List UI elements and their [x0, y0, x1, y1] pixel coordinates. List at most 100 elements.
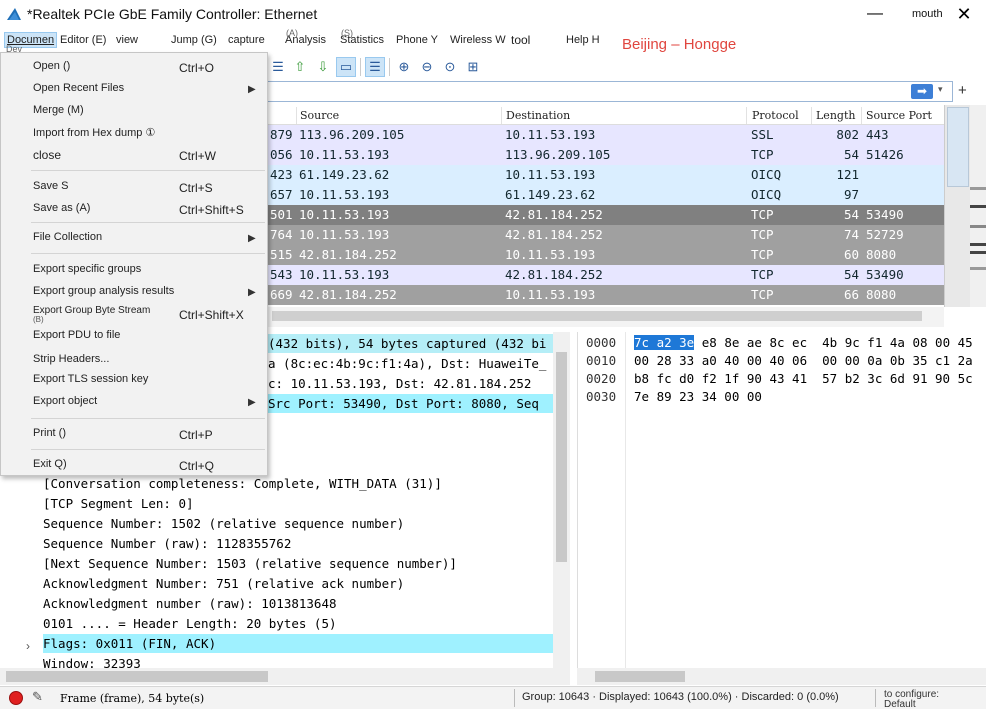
- menu-capture[interactable]: capture: [228, 34, 265, 46]
- packet-cell-destination: 61.149.23.62: [505, 187, 596, 202]
- detail-tree-item[interactable]: Acknowledgment number (raw): 1013813648: [43, 594, 337, 613]
- menu-export-specified[interactable]: Export specific groups: [33, 263, 141, 275]
- menu-quit[interactable]: Exit Q): [33, 458, 67, 470]
- detail-tree-item[interactable]: (432 bits), 54 bytes captured (432 bi: [268, 334, 553, 353]
- detail-tree-item[interactable]: a (8c:ec:4b:9c:f1:4a), Dst: HuaweiTe_: [268, 354, 553, 373]
- hex-bytes-rest: 7e 89 23 34 00 00: [634, 389, 762, 404]
- add-filter-button[interactable]: +: [958, 82, 967, 99]
- detail-tree-item[interactable]: Acknowledgment Number: 751 (relative ack…: [43, 574, 404, 593]
- detail-tree-item[interactable]: 0101 .... = Header Length: 20 bytes (5): [43, 614, 337, 633]
- autoscroll-icon[interactable]: ▭: [336, 57, 356, 77]
- menu-edit[interactable]: Editor (E): [60, 34, 106, 46]
- submenu-arrow-icon: ▶: [248, 287, 256, 298]
- packet-cell-destination: 10.11.53.193: [505, 287, 596, 302]
- resize-columns-icon[interactable]: ⊞: [463, 57, 483, 77]
- filter-history-dropdown[interactable]: ▾: [938, 84, 943, 95]
- menu-help[interactable]: Help H: [566, 34, 600, 46]
- details-vscroll[interactable]: [553, 332, 570, 668]
- menu-open-recent[interactable]: Open Recent Files: [33, 82, 124, 94]
- details-hscroll[interactable]: [0, 668, 570, 685]
- packet-cell-destination: 113.96.209.105: [505, 147, 611, 162]
- menu-view[interactable]: view: [116, 34, 138, 46]
- user-label: mouth: [912, 8, 943, 20]
- scroll-thumb[interactable]: [6, 671, 268, 682]
- detail-tree-item[interactable]: c: 10.11.53.193, Dst: 42.81.184.252: [268, 374, 553, 393]
- detail-tree-item[interactable]: [TCP Segment Len: 0]: [43, 494, 194, 513]
- menu-file-set[interactable]: File Collection: [33, 231, 102, 243]
- column-header-protocol[interactable]: Protocol: [752, 109, 799, 122]
- menu-merge[interactable]: Merge (M): [33, 104, 84, 116]
- packet-cell-protocol: SSL: [751, 127, 774, 142]
- packet-cell-destination: 42.81.184.252: [505, 227, 603, 242]
- hex-bytes[interactable]: 00 28 33 a0 40 00 40 06 00 00 0a 0b 35 c…: [634, 353, 973, 368]
- packet-list-hscroll[interactable]: [268, 307, 944, 327]
- column-header-source-port[interactable]: Source Port: [866, 109, 932, 122]
- scroll-thumb[interactable]: [947, 107, 969, 187]
- edit-comment-icon[interactable]: ✎: [32, 689, 43, 705]
- scroll-thumb[interactable]: [272, 311, 922, 321]
- menu-open[interactable]: Open (): [33, 60, 70, 72]
- byte-offset: 0030: [586, 389, 617, 404]
- scroll-thumb[interactable]: [556, 352, 567, 562]
- detail-tree-item[interactable]: Src Port: 53490, Dst Port: 8080, Seq: [268, 394, 553, 413]
- menu-tools[interactable]: tool: [511, 33, 530, 47]
- menu-wireless[interactable]: Wireless W: [450, 34, 506, 46]
- apply-filter-button[interactable]: ➡: [911, 84, 933, 99]
- profile-selector[interactable]: to configure: Default: [884, 690, 939, 709]
- selected-bytes[interactable]: 7c a2 3e: [634, 335, 695, 350]
- menu-separator: [31, 418, 265, 419]
- menu-export-bytes[interactable]: Export Group Byte Stream: [33, 305, 150, 316]
- column-separator: [811, 107, 812, 124]
- menu-shortcut: Ctrl+O: [179, 61, 215, 75]
- column-header-destination[interactable]: Destination: [506, 109, 570, 122]
- zoom-normal-icon[interactable]: ⊙: [440, 57, 460, 77]
- close-button[interactable]: ✕: [954, 4, 974, 26]
- menu-telephony[interactable]: Phone Y: [396, 34, 438, 46]
- column-header-length[interactable]: Length: [816, 109, 855, 122]
- wireshark-fin-icon: [7, 8, 21, 20]
- packet-cell-protocol: TCP: [751, 147, 774, 162]
- menu-export-tls-keys[interactable]: Export TLS session key: [33, 373, 148, 385]
- detail-tree-item[interactable]: Flags: 0x011 (FIN, ACK): [43, 634, 553, 653]
- packet-cell-source-port: 8080: [866, 287, 897, 302]
- expand-arrow-icon[interactable]: ›: [26, 639, 30, 653]
- column-separator: [296, 107, 297, 124]
- packet-cell-destination: 10.11.53.193: [505, 247, 596, 262]
- menu-go[interactable]: Jump (G): [171, 34, 217, 46]
- column-separator: [746, 107, 747, 124]
- capture-status-icon[interactable]: [9, 691, 23, 705]
- menu-export-dissections[interactable]: Export group analysis results: [33, 285, 174, 297]
- menu-print[interactable]: Print (): [33, 427, 66, 439]
- detail-tree-item[interactable]: [Next Sequence Number: 1503 (relative se…: [43, 554, 457, 573]
- hex-bytes[interactable]: 7c a2 3e e8 8e ae 8c ec 4b 9c f1 4a 08 0…: [634, 335, 973, 350]
- detail-tree-item[interactable]: Sequence Number: 1502 (relative sequence…: [43, 514, 404, 533]
- packet-cell-source: 10.11.53.193: [299, 207, 390, 222]
- menu-save[interactable]: Save S: [33, 180, 68, 192]
- detail-tree-item[interactable]: [Conversation completeness: Complete, WI…: [43, 474, 442, 493]
- scroll-thumb[interactable]: [595, 671, 685, 682]
- hex-bytes[interactable]: b8 fc d0 f2 1f 90 43 41 57 b2 3c 6d 91 9…: [634, 371, 973, 386]
- menu-close[interactable]: close: [33, 148, 61, 162]
- detail-tree-item[interactable]: Window: 32393: [43, 654, 141, 668]
- packet-cell-destination: 10.11.53.193: [505, 127, 596, 142]
- packet-cell-length: 121: [836, 167, 859, 182]
- menu-export-pdu[interactable]: Export PDU to file: [33, 329, 120, 341]
- go-first-icon[interactable]: ⇧: [290, 57, 310, 77]
- menu-export-objects[interactable]: Export object: [33, 395, 97, 407]
- bytes-hscroll[interactable]: [577, 668, 986, 685]
- align-columns-icon[interactable]: ☰: [268, 57, 288, 77]
- packet-bytes: 0000 7c a2 3e e8 8e ae 8c ec 4b 9c f1 4a …: [577, 332, 986, 668]
- zoom-in-icon[interactable]: ⊕: [394, 57, 414, 77]
- minimize-button[interactable]: —: [866, 5, 884, 25]
- colorize-icon[interactable]: ☰: [365, 57, 385, 77]
- packet-list-vscroll[interactable]: [944, 105, 970, 307]
- column-header-source[interactable]: Source: [300, 109, 339, 122]
- go-last-icon[interactable]: ⇩: [313, 57, 333, 77]
- menu-save-as[interactable]: Save as (A): [33, 202, 90, 214]
- menu-strip-headers[interactable]: Strip Headers...: [33, 353, 109, 365]
- detail-tree-item[interactable]: Sequence Number (raw): 1128355762: [43, 534, 291, 553]
- hex-bytes[interactable]: 7e 89 23 34 00 00: [634, 389, 762, 404]
- menu-import-hex[interactable]: Import from Hex dump ①: [33, 126, 155, 139]
- packet-minimap[interactable]: [970, 105, 986, 307]
- zoom-out-icon[interactable]: ⊖: [417, 57, 437, 77]
